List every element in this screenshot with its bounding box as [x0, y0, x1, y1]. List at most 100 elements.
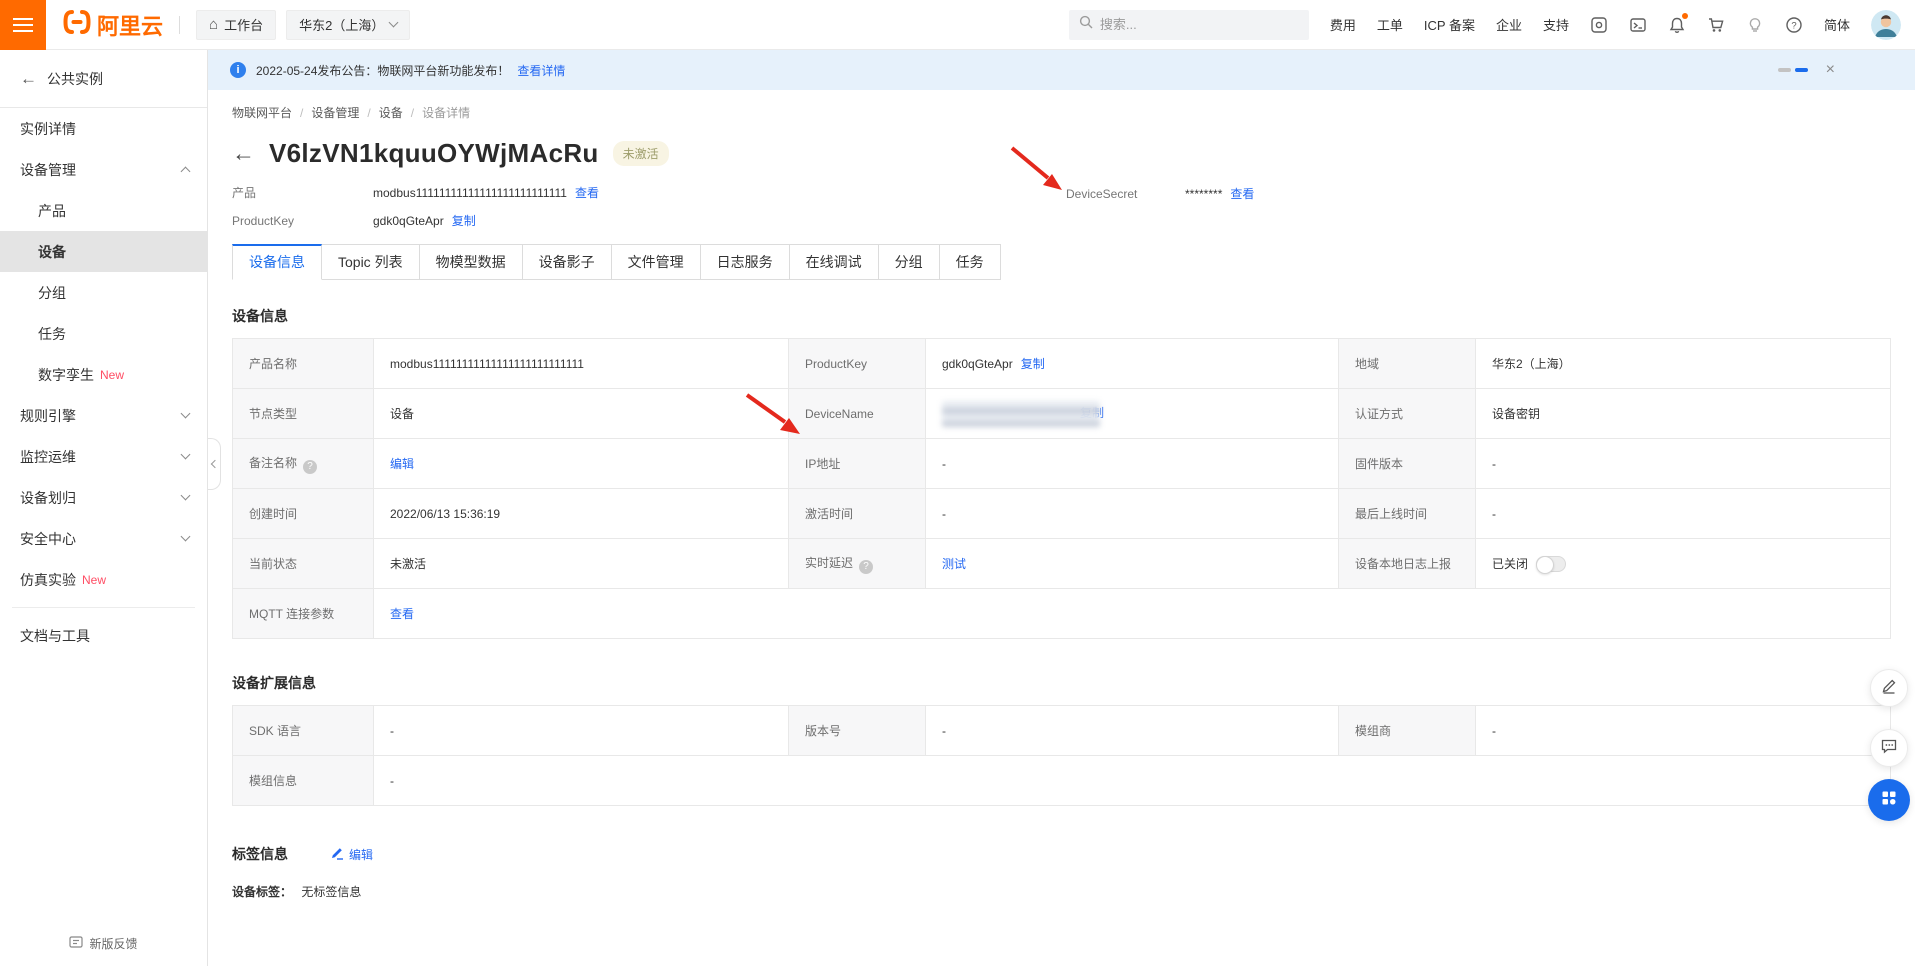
- productkey-copy-link[interactable]: 复制: [452, 212, 476, 229]
- close-icon[interactable]: ×: [1826, 62, 1835, 78]
- logo-text: 阿里云: [97, 9, 163, 41]
- announcement-details-link[interactable]: 查看详情: [517, 62, 565, 79]
- sidebar-item-device-management[interactable]: 设备管理: [0, 149, 207, 190]
- help-icon[interactable]: ?: [1785, 16, 1803, 34]
- search-icon: [1079, 15, 1093, 34]
- table-row: 模组信息 -: [233, 756, 1891, 806]
- sidebar-item-docs-tools[interactable]: 文档与工具: [0, 615, 207, 656]
- nav-item-icp[interactable]: ICP 备案: [1424, 15, 1475, 34]
- global-search[interactable]: [1069, 10, 1309, 40]
- productkey-value: gdk0qGteApr: [373, 214, 444, 228]
- avatar[interactable]: [1871, 10, 1901, 40]
- cart-icon[interactable]: [1707, 16, 1725, 34]
- device-extended-table: SDK 语言 - 版本号 - 模组商 - 模组信息 -: [232, 705, 1891, 806]
- tab-log-service[interactable]: 日志服务: [701, 244, 790, 280]
- tab-device-shadow[interactable]: 设备影子: [523, 244, 612, 280]
- sidebar-item-instance-details[interactable]: 实例详情: [0, 108, 207, 149]
- devicesecret-masked: ********: [1185, 187, 1222, 201]
- table-row: 产品名称 modbus11111111111111111111111111 Pr…: [233, 339, 1891, 389]
- device-tags-value: 无标签信息: [301, 885, 361, 899]
- tab-groups[interactable]: 分组: [879, 244, 940, 280]
- latency-test-link[interactable]: 测试: [942, 557, 966, 571]
- back-icon[interactable]: ←: [20, 69, 37, 89]
- local-log-toggle[interactable]: [1536, 556, 1566, 572]
- back-icon[interactable]: ←: [232, 142, 255, 165]
- workbench-button[interactable]: ⌂ 工作台: [196, 10, 276, 40]
- pencil-icon: [330, 846, 344, 863]
- floating-apps-button[interactable]: [1868, 779, 1910, 821]
- product-view-link[interactable]: 查看: [575, 184, 599, 201]
- search-input[interactable]: [1100, 17, 1299, 32]
- feedback-icon: [69, 935, 83, 952]
- tab-topic-list[interactable]: Topic 列表: [322, 244, 420, 280]
- pagination-bar-active[interactable]: [1795, 68, 1808, 72]
- tab-online-debug[interactable]: 在线调试: [790, 244, 879, 280]
- remark-edit-link[interactable]: 编辑: [390, 457, 414, 471]
- sidebar-item-simulation[interactable]: 仿真实验 New: [0, 559, 207, 600]
- devicename-masked-value: [942, 401, 1100, 427]
- nav-item-tickets[interactable]: 工单: [1377, 15, 1403, 34]
- chevron-up-icon: [181, 167, 191, 177]
- device-tabs: 设备信息 Topic 列表 物模型数据 设备影子 文件管理 日志服务 在线调试 …: [232, 244, 1891, 280]
- announcement-pagination: [1778, 68, 1808, 72]
- language-selector[interactable]: 简体: [1824, 15, 1850, 34]
- floating-feedback-button[interactable]: [1870, 729, 1908, 767]
- lightbulb-icon[interactable]: [1746, 16, 1764, 34]
- sidebar-item-products[interactable]: 产品: [0, 190, 207, 231]
- productkey-label: ProductKey: [232, 214, 373, 228]
- console-terminal-icon[interactable]: [1629, 16, 1647, 34]
- chevron-down-icon: [181, 450, 191, 460]
- nav-item-billing[interactable]: 费用: [1330, 15, 1356, 34]
- breadcrumb-devices[interactable]: 设备: [379, 104, 403, 121]
- nav-item-enterprise[interactable]: 企业: [1496, 15, 1522, 34]
- sidebar-item-digital-twin[interactable]: 数字孪生 New: [0, 354, 207, 395]
- chevron-down-icon: [181, 532, 191, 542]
- floating-survey-button[interactable]: [1870, 669, 1908, 707]
- breadcrumb-device-management[interactable]: 设备管理: [311, 104, 359, 121]
- chevron-left-icon: [211, 460, 219, 468]
- help-icon[interactable]: ?: [303, 460, 317, 474]
- info-icon: i: [230, 62, 246, 78]
- main-column: i 2022-05-24发布公告：物联网平台新功能发布！ 查看详情 × 物联网平…: [208, 50, 1915, 966]
- tab-device-info[interactable]: 设备信息: [232, 244, 322, 280]
- tab-jobs[interactable]: 任务: [940, 244, 1001, 280]
- tags-edit-button[interactable]: 编辑: [330, 846, 373, 863]
- device-secret-row: DeviceSecret ******** 查看: [1066, 185, 1254, 202]
- sidebar-item-monitoring[interactable]: 监控运维: [0, 436, 207, 477]
- pagination-bar-inactive[interactable]: [1778, 68, 1791, 72]
- table-row: 创建时间 2022/06/13 15:36:19 激活时间 - 最后上线时间 -: [233, 489, 1891, 539]
- table-row: 节点类型 设备 DeviceName 复制 认证方式 设备密钥: [233, 389, 1891, 439]
- sidebar-item-device-allocation[interactable]: 设备划归: [0, 477, 207, 518]
- help-icon[interactable]: ?: [859, 560, 873, 574]
- region-selector[interactable]: 华东2（上海）: [286, 10, 410, 40]
- mqtt-params-view-link[interactable]: 查看: [390, 607, 414, 621]
- hamburger-menu-button[interactable]: [0, 0, 46, 50]
- sidebar-collapse-handle[interactable]: [208, 438, 221, 490]
- sidebar-item-devices[interactable]: 设备: [0, 231, 207, 272]
- divider: [179, 16, 180, 34]
- new-badge: New: [100, 368, 124, 382]
- region-label: 华东2（上海）: [299, 15, 384, 34]
- device-info-table: 产品名称 modbus11111111111111111111111111 Pr…: [232, 338, 1891, 639]
- app-center-icon[interactable]: [1590, 16, 1608, 34]
- device-tags-line: 设备标签： 无标签信息: [232, 883, 1891, 900]
- notification-bell-icon[interactable]: [1668, 16, 1686, 34]
- sidebar-instance-header[interactable]: ← 公共实例: [0, 50, 207, 108]
- new-badge: New: [82, 573, 106, 587]
- feedback-button[interactable]: 新版反馈: [0, 935, 207, 952]
- sidebar-item-jobs[interactable]: 任务: [0, 313, 207, 354]
- tab-file-management[interactable]: 文件管理: [612, 244, 701, 280]
- sidebar-item-groups[interactable]: 分组: [0, 272, 207, 313]
- tab-tsl-data[interactable]: 物模型数据: [420, 244, 523, 280]
- nav-item-support[interactable]: 支持: [1543, 15, 1569, 34]
- breadcrumb-iot-platform[interactable]: 物联网平台: [232, 104, 292, 121]
- chevron-down-icon: [181, 409, 191, 419]
- table-row: SDK 语言 - 版本号 - 模组商 -: [233, 706, 1891, 756]
- devicesecret-view-link[interactable]: 查看: [1230, 185, 1254, 202]
- sidebar-item-security-center[interactable]: 安全中心: [0, 518, 207, 559]
- status-badge: 未激活: [613, 141, 669, 166]
- sidebar-item-rules-engine[interactable]: 规则引擎: [0, 395, 207, 436]
- alibaba-cloud-logo[interactable]: 阿里云: [62, 9, 163, 41]
- top-navbar: 阿里云 ⌂ 工作台 华东2（上海） 费用 工单 ICP 备案 企业 支持: [0, 0, 1915, 50]
- productkey-copy-link[interactable]: 复制: [1021, 357, 1045, 371]
